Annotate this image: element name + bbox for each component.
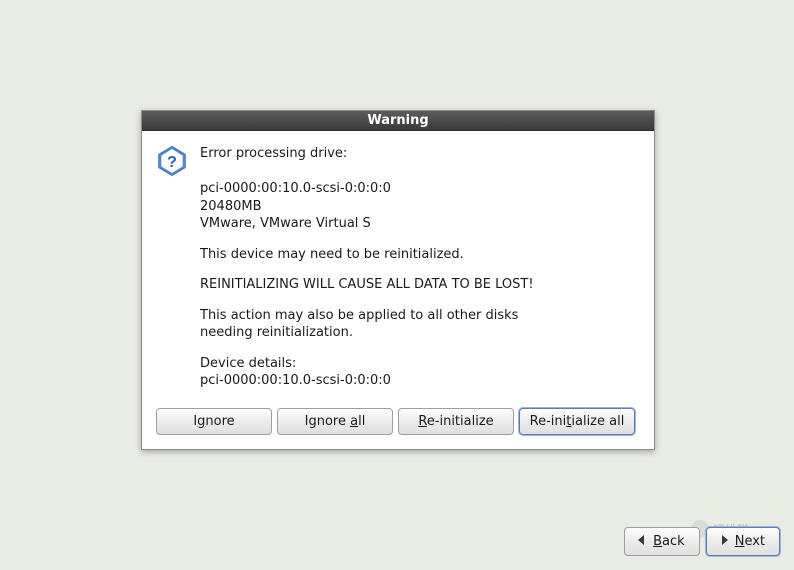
- dialog-title: Warning: [142, 111, 654, 131]
- reinitialize-all-button[interactable]: Re-initialize all: [519, 408, 635, 435]
- back-button[interactable]: Back: [624, 527, 700, 556]
- reinitialize-button[interactable]: Re-initialize: [398, 408, 514, 435]
- msg-blank: [200, 163, 638, 181]
- next-label: Next: [735, 534, 765, 549]
- msg-drive-vendor: VMware, VMware Virtual S: [200, 215, 638, 233]
- back-label: Back: [653, 534, 685, 549]
- msg-details-value: pci-0000:00:10.0-scsi-0:0:0:0: [200, 372, 638, 390]
- ignore-button[interactable]: Ignore: [156, 408, 272, 435]
- arrow-right-icon: [717, 533, 731, 550]
- msg-apply-all-2: needing reinitialization.: [200, 324, 638, 342]
- dialog-button-row: Ignore Ignore all Re-initialize Re-initi…: [142, 400, 654, 449]
- dialog-message: Error processing drive: pci-0000:00:10.0…: [200, 145, 638, 390]
- arrow-left-icon: [635, 533, 649, 550]
- svg-text:?: ?: [167, 154, 177, 171]
- msg-reinit-needed: This device may need to be reinitialized…: [200, 246, 638, 264]
- next-button[interactable]: Next: [706, 527, 780, 556]
- msg-error-line: Error processing drive:: [200, 145, 638, 163]
- msg-drive-path: pci-0000:00:10.0-scsi-0:0:0:0: [200, 180, 638, 198]
- dialog-body: ? Error processing drive: pci-0000:00:10…: [142, 131, 654, 400]
- msg-details-label: Device details:: [200, 355, 638, 373]
- question-icon: ?: [156, 145, 188, 177]
- navigation-row: Back Next: [624, 527, 780, 556]
- msg-warn: REINITIALIZING WILL CAUSE ALL DATA TO BE…: [200, 276, 638, 294]
- ignore-all-button[interactable]: Ignore all: [277, 408, 393, 435]
- msg-apply-all-1: This action may also be applied to all o…: [200, 307, 638, 325]
- msg-drive-size: 20480MB: [200, 198, 638, 216]
- warning-dialog: Warning ? Error processing drive: pci-00…: [141, 110, 655, 450]
- dialog-icon-column: ?: [156, 145, 200, 390]
